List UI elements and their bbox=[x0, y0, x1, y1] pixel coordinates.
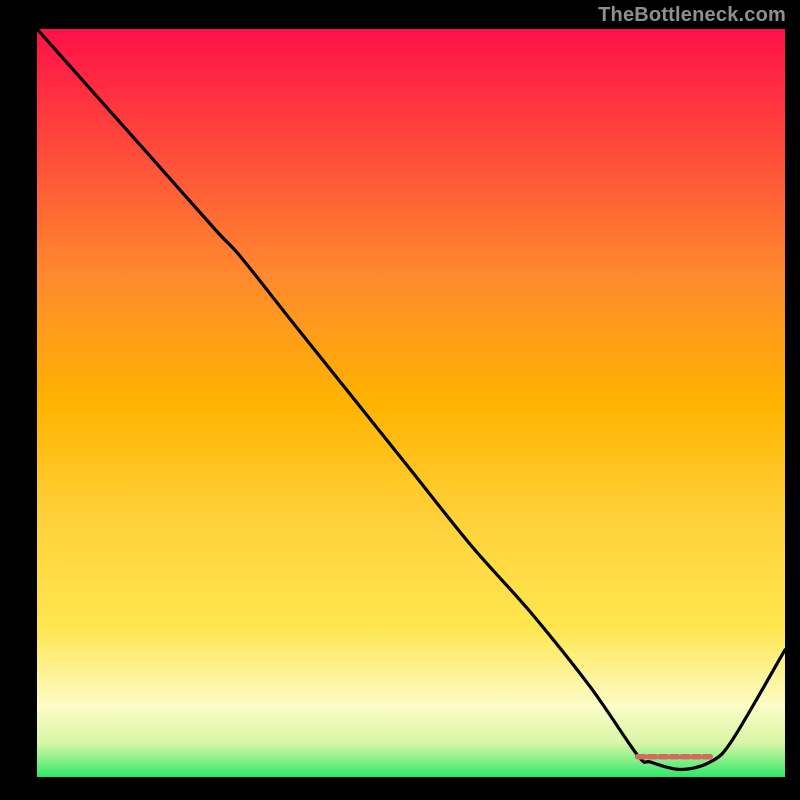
plot-svg bbox=[37, 29, 785, 777]
plot-area bbox=[37, 29, 785, 777]
watermark-text: TheBottleneck.com bbox=[598, 4, 786, 27]
chart-frame: TheBottleneck.com bbox=[0, 0, 800, 800]
gradient-background bbox=[37, 29, 785, 777]
